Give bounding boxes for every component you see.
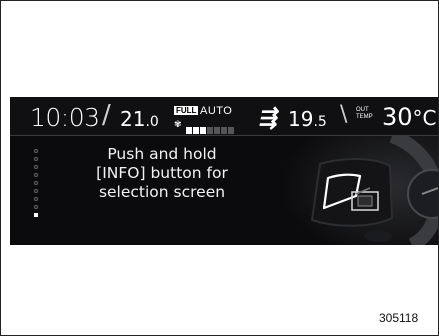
- fan-speed-bar: [186, 127, 192, 134]
- page-indicator-dot: [34, 149, 38, 153]
- full-badge: FULL: [174, 106, 199, 115]
- driver-temp-integer: 21: [120, 107, 146, 131]
- passenger-temp-decimal: .5: [313, 114, 327, 130]
- message-line: selection screen: [98, 183, 226, 201]
- page-indicator-dot: [34, 157, 38, 161]
- message-line: [INFO] button for: [96, 164, 228, 182]
- clock: 10:03: [30, 103, 100, 132]
- fan-speed-bar: [228, 127, 234, 134]
- passenger-temp-integer: 19: [288, 107, 314, 131]
- fan-speed-bar: [214, 127, 220, 134]
- separator: /: [102, 100, 111, 130]
- fan-speed-bar: [200, 127, 206, 134]
- status-bar: 10:03 / 21.0 FULL AUTO ✾ ⇶ 19.5 \ OUT TE…: [10, 97, 438, 136]
- driver-temp-decimal: .0: [145, 114, 159, 130]
- separator: \: [340, 102, 348, 127]
- vent-airflow-icon: ⇶: [257, 105, 281, 130]
- page-indicator-dot: [34, 181, 38, 185]
- fan-speed-bar: [207, 127, 213, 134]
- page-indicator-dot: [34, 197, 38, 201]
- driver-set-temperature: 21.0: [120, 107, 159, 131]
- page-indicator-dot: [34, 205, 38, 209]
- outside-temp-value: 30: [382, 103, 413, 131]
- page-indicator-dot: [34, 165, 38, 169]
- outside-temperature: 30°C: [382, 103, 437, 131]
- figure-frame: 10:03 / 21.0 FULL AUTO ✾ ⇶ 19.5 \ OUT TE…: [0, 0, 439, 336]
- page-indicator-dot: [34, 189, 38, 193]
- auto-mode-label: AUTO: [200, 105, 233, 117]
- fan-icon: ✾: [174, 119, 182, 129]
- steering-wheel-info-button-icon: [272, 136, 438, 245]
- passenger-set-temperature: 19.5: [288, 107, 327, 131]
- multi-function-display: 10:03 / 21.0 FULL AUTO ✾ ⇶ 19.5 \ OUT TE…: [10, 97, 438, 245]
- page-indicator-dot: [34, 173, 38, 177]
- message-line: Push and hold: [107, 145, 217, 163]
- instruction-message: Push and hold [INFO] button for selectio…: [52, 145, 272, 202]
- fan-speed-indicator: [186, 121, 235, 139]
- fan-speed-bar: [221, 127, 227, 134]
- page-indicator: [34, 149, 40, 221]
- figure-number: 305118: [379, 311, 419, 325]
- outside-temp-label: OUT TEMP: [356, 107, 373, 120]
- page-indicator-dot: [34, 213, 38, 217]
- fan-speed-bar: [193, 127, 199, 134]
- outside-temp-unit: °C: [412, 106, 437, 130]
